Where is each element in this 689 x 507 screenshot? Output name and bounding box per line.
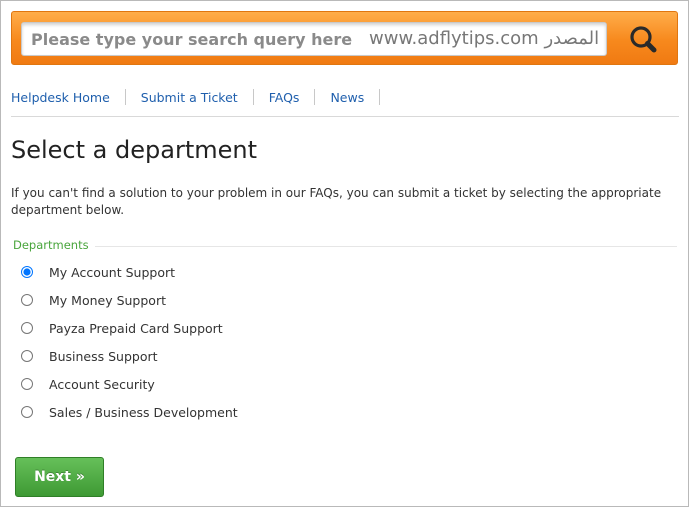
- department-radio[interactable]: [21, 378, 33, 390]
- nav-divider: [379, 89, 381, 105]
- department-option-label: Business Support: [49, 348, 158, 364]
- department-radio[interactable]: [21, 406, 33, 418]
- department-option-sales[interactable]: Sales / Business Development: [19, 398, 238, 426]
- department-radio[interactable]: [21, 322, 33, 334]
- department-option-label: Payza Prepaid Card Support: [49, 320, 223, 336]
- department-radio[interactable]: [21, 350, 33, 362]
- department-option-label: Sales / Business Development: [49, 404, 238, 420]
- department-option-prepaid-card[interactable]: Payza Prepaid Card Support: [19, 314, 238, 342]
- nav-faqs[interactable]: FAQs: [269, 90, 300, 105]
- department-option-business[interactable]: Business Support: [19, 342, 238, 370]
- search-bar: www.adflytips.com المصدر: [11, 11, 678, 65]
- department-option-label: My Account Support: [49, 264, 176, 280]
- nav-submit-ticket[interactable]: Submit a Ticket: [141, 90, 238, 105]
- search-input[interactable]: [21, 22, 607, 56]
- departments-legend: Departments: [13, 238, 89, 252]
- department-option-label: My Money Support: [49, 292, 166, 308]
- department-option-account-security[interactable]: Account Security: [19, 370, 238, 398]
- nav-divider: [252, 89, 254, 105]
- department-options: My Account Support My Money Support Payz…: [19, 258, 238, 426]
- nav-helpdesk-home[interactable]: Helpdesk Home: [11, 90, 110, 105]
- search-button[interactable]: [615, 18, 671, 60]
- helpdesk-nav: Helpdesk Home Submit a Ticket FAQs News: [11, 88, 395, 106]
- department-option-my-money[interactable]: My Money Support: [19, 286, 238, 314]
- nav-divider: [314, 89, 316, 105]
- page-title: Select a department: [11, 136, 257, 164]
- header-divider: [11, 116, 679, 117]
- department-option-label: Account Security: [49, 376, 155, 392]
- next-button[interactable]: Next »: [15, 457, 104, 497]
- helpdesk-page: www.adflytips.com المصدر Helpdesk Home S…: [0, 0, 689, 507]
- legend-divider: [95, 246, 677, 247]
- department-radio[interactable]: [21, 266, 33, 278]
- search-icon: [630, 26, 657, 53]
- nav-divider: [124, 89, 126, 105]
- nav-news[interactable]: News: [330, 90, 364, 105]
- intro-text: If you can't find a solution to your pro…: [11, 186, 662, 217]
- department-radio[interactable]: [21, 294, 33, 306]
- department-option-my-account[interactable]: My Account Support: [19, 258, 238, 286]
